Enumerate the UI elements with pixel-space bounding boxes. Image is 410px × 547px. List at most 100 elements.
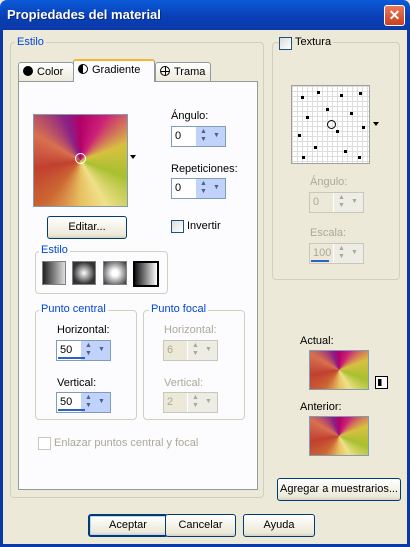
link-points-label: Enlazar puntos central y focal [54, 437, 199, 449]
texture-dot [306, 116, 309, 119]
help-button[interactable]: Ayuda [243, 514, 315, 537]
edit-button[interactable]: Editar... [47, 216, 127, 239]
texture-dot [344, 150, 347, 153]
spin-down-icon: ▼ [200, 136, 207, 143]
center-horizontal-label: Horizontal: [57, 324, 110, 336]
spin-down-icon: ▼ [192, 402, 199, 409]
dropdown-icon: ▼ [351, 198, 358, 205]
spin-down-icon: ▼ [85, 350, 92, 357]
spin-up-icon: ▲ [85, 394, 92, 401]
accept-button[interactable]: Aceptar [88, 514, 168, 537]
accept-button-label: Aceptar [109, 519, 147, 531]
center-vertical-value: 50 [60, 396, 73, 408]
spin-down-icon: ▼ [192, 350, 199, 357]
sunburst-style-button[interactable] [133, 261, 159, 287]
rectangular-style-button[interactable] [72, 261, 96, 285]
spin-down-icon: ▼ [338, 253, 345, 260]
gradient-style-legend: Estilo [39, 244, 70, 256]
focal-horizontal-spinner[interactable]: 6 ▲ ▼ ▼ [163, 340, 218, 361]
dropdown-icon: ▼ [351, 249, 358, 256]
previous-label: Anterior: [300, 401, 342, 413]
texture-angle-spinner[interactable]: 0 ▲ ▼ ▼ [309, 192, 364, 213]
repeats-spin-arrows[interactable]: ▲ ▼ ▼ [195, 179, 225, 198]
texture-preview[interactable] [291, 85, 370, 164]
texture-dot [336, 130, 339, 133]
texture-scale-value: 100 [313, 247, 332, 259]
texture-dot [340, 94, 343, 97]
focal-horizontal-label: Horizontal: [164, 324, 217, 336]
center-vertical-level-bar [58, 409, 85, 411]
focal-horizontal-value: 6 [167, 344, 174, 356]
checker-icon [378, 379, 385, 386]
texture-dot [358, 156, 361, 159]
repeats-spinner[interactable]: 0 ▲ ▼ ▼ [171, 178, 226, 199]
close-icon: ✕ [388, 7, 401, 23]
texture-dot [350, 112, 353, 115]
center-horizontal-spinner[interactable]: 50 ▲ ▼ ▼ [56, 340, 111, 361]
texture-angle-spin-arrows[interactable]: ▲ ▼ ▼ [333, 193, 363, 212]
focal-vertical-value: 2 [167, 396, 174, 408]
spin-up-icon: ▲ [192, 342, 199, 349]
center-point-legend: Punto central [39, 303, 108, 315]
spin-down-icon: ▼ [85, 402, 92, 409]
texture-dot [326, 108, 329, 111]
filled-circle-icon [23, 66, 33, 76]
half-circle-icon [78, 64, 88, 74]
dropdown-icon: ▼ [98, 346, 105, 353]
center-vertical-spinner[interactable]: 50 ▲ ▼ ▼ [56, 392, 111, 413]
previous-material-swatch[interactable] [309, 416, 369, 456]
focal-vertical-spinner[interactable]: 2 ▲ ▼ ▼ [163, 392, 218, 413]
invert-checkbox[interactable] [171, 220, 184, 233]
dropdown-icon: ▼ [213, 132, 220, 139]
spin-down-icon: ▼ [338, 202, 345, 209]
window-title: Propiedades del material [7, 7, 161, 22]
gradient-preview[interactable] [33, 114, 128, 207]
crosshair-globe-icon [160, 66, 170, 76]
repeats-value: 0 [175, 182, 182, 194]
spin-up-icon: ▲ [338, 194, 345, 201]
texture-angle-label: Ángulo: [310, 176, 348, 188]
current-label: Actual: [300, 335, 334, 347]
texture-scale-level-bar [311, 260, 329, 262]
texture-scale-spin-arrows[interactable]: ▲ ▼ ▼ [333, 244, 363, 263]
focal-vertical-spin-arrows[interactable]: ▲ ▼ ▼ [187, 393, 217, 412]
swatch-toggle-button[interactable] [375, 376, 388, 389]
focal-horizontal-spin-arrows[interactable]: ▲ ▼ ▼ [187, 341, 217, 360]
link-points-checkbox[interactable] [38, 437, 51, 450]
dropdown-icon: ▼ [205, 398, 212, 405]
texture-scale-spinner[interactable]: 100 ▲ ▼ ▼ [309, 243, 364, 264]
gradient-dropdown-arrow-icon[interactable] [130, 155, 136, 159]
tab-trama-label: Trama [174, 66, 206, 78]
cancel-button-label: Cancelar [178, 519, 223, 531]
tab-trama[interactable]: Trama [155, 62, 211, 82]
texture-dropdown-arrow-icon[interactable] [373, 122, 379, 126]
tab-color-label: Color [37, 66, 64, 78]
angle-spin-arrows[interactable]: ▲ ▼ ▼ [195, 127, 225, 146]
spin-down-icon: ▼ [200, 188, 207, 195]
close-button[interactable]: ✕ [384, 5, 405, 26]
dropdown-icon: ▼ [213, 184, 220, 191]
help-button-label: Ayuda [263, 519, 295, 531]
dropdown-icon: ▼ [98, 398, 105, 405]
add-to-swatches-button[interactable]: Agregar a muestrarios... [277, 478, 401, 501]
tab-color[interactable]: Color [18, 62, 74, 82]
center-horizontal-value: 50 [60, 344, 73, 356]
center-vertical-label: Vertical: [57, 377, 97, 389]
texture-label: Textura [293, 36, 334, 48]
texture-dot [301, 96, 304, 99]
cancel-button[interactable]: Cancelar [165, 514, 236, 537]
texture-dot [359, 92, 362, 95]
focal-point-legend: Punto focal [149, 303, 209, 315]
estilo-group-legend: Estilo [15, 36, 46, 48]
tab-gradiente[interactable]: Gradiente [73, 59, 155, 82]
dropdown-icon: ▼ [205, 346, 212, 353]
texture-checkbox[interactable] [279, 37, 292, 50]
tab-gradiente-label: Gradiente [92, 64, 141, 76]
angle-spinner[interactable]: 0 ▲ ▼ ▼ [171, 126, 226, 147]
spin-up-icon: ▲ [200, 180, 207, 187]
current-material-swatch[interactable] [309, 350, 369, 390]
radial-style-button[interactable] [103, 261, 127, 285]
linear-style-button[interactable] [42, 261, 66, 285]
texture-dot [362, 126, 365, 129]
texture-angle-value: 0 [313, 196, 320, 208]
